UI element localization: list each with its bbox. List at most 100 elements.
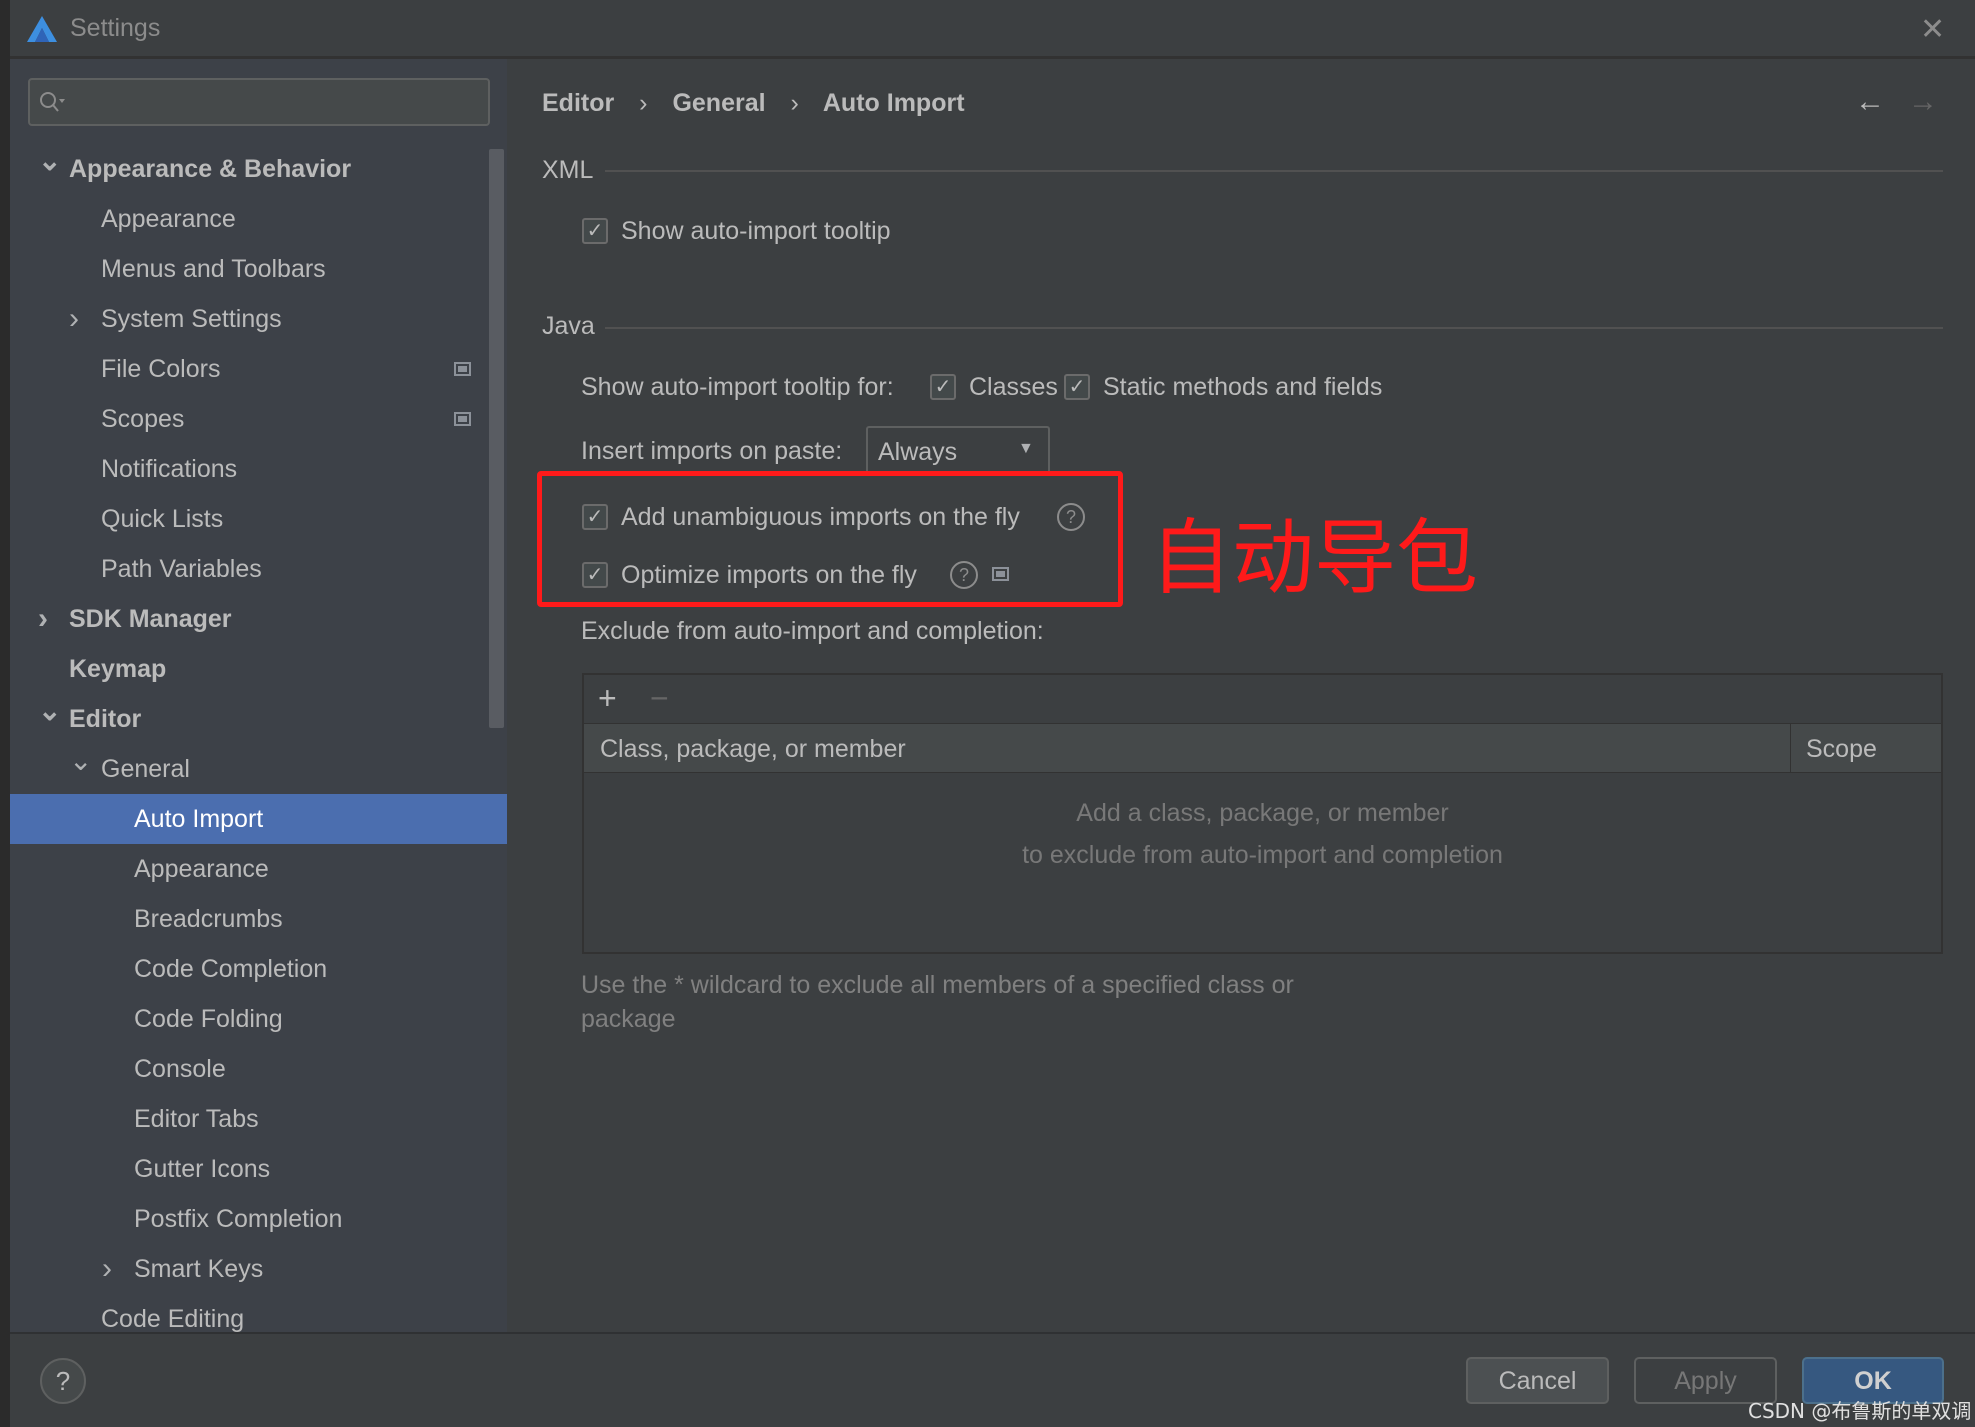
- back-arrow-icon[interactable]: ←: [1855, 85, 1885, 119]
- breadcrumb: Editor › General › Auto Import: [542, 89, 965, 118]
- search-icon: [40, 92, 65, 112]
- column-header-class[interactable]: Class, package, or member: [600, 735, 906, 764]
- main-panel: Editor › General › Auto Import ← → XML ✓…: [507, 59, 1975, 1333]
- sidebar-item-label: Code Completion: [134, 955, 328, 983]
- dropdown-value: Always: [878, 438, 958, 466]
- sidebar-item-postfix-completion[interactable]: Postfix Completion: [10, 1194, 507, 1244]
- sidebar-item-system-settings[interactable]: › System Settings: [10, 294, 507, 344]
- sidebar-item-label: Notifications: [101, 455, 238, 483]
- sidebar-item-label: Scopes: [101, 405, 185, 433]
- sidebar-item-label: Path Variables: [101, 555, 262, 583]
- sidebar-item-appearance-behavior[interactable]: ⌄ Appearance & Behavior: [10, 144, 507, 194]
- sidebar-item-label: Smart Keys: [134, 1255, 264, 1283]
- sidebar-item-smart-keys[interactable]: › Smart Keys: [10, 1244, 507, 1294]
- sidebar-item-label: Console: [134, 1055, 226, 1083]
- show-auto-import-tooltip-label: Show auto-import tooltip: [621, 217, 891, 245]
- sidebar-item-label: Keymap: [69, 655, 167, 683]
- search-input[interactable]: [28, 78, 490, 126]
- sidebar-item-label: Code Editing: [101, 1305, 245, 1333]
- title-bar: Settings ✕: [10, 0, 1975, 59]
- empty-table-text-1: Add a class, package, or member: [1076, 799, 1449, 827]
- breadcrumb-editor[interactable]: Editor: [542, 89, 614, 117]
- sidebar-item-quick-lists[interactable]: Quick Lists: [10, 494, 507, 544]
- project-scope-icon: [454, 412, 471, 426]
- sidebar-item-menus-and-toolbars[interactable]: Menus and Toolbars: [10, 244, 507, 294]
- sidebar-item-label: Appearance: [134, 855, 269, 883]
- close-icon[interactable]: ✕: [1920, 12, 1945, 47]
- chevron-right-icon[interactable]: ›: [102, 1244, 112, 1294]
- exclude-label: Exclude from auto-import and completion:: [581, 617, 1044, 645]
- sidebar-item-appearance[interactable]: Appearance: [10, 194, 507, 244]
- chevron-down-icon[interactable]: ⌄: [38, 136, 61, 186]
- remove-icon[interactable]: −: [650, 680, 669, 717]
- static-methods-checkbox[interactable]: ✓: [1064, 374, 1090, 400]
- insert-imports-label: Insert imports on paste:: [581, 437, 843, 465]
- sidebar-item-label: Postfix Completion: [134, 1205, 343, 1233]
- breadcrumb-general[interactable]: General: [672, 89, 765, 117]
- sidebar-item-label: SDK Manager: [69, 605, 232, 633]
- settings-sidebar: ⌄ Appearance & Behavior Appearance Menus an…: [10, 59, 507, 1333]
- wildcard-note-line-2: package: [581, 1005, 676, 1033]
- chevron-right-icon[interactable]: ›: [69, 294, 79, 344]
- sidebar-item-gutter-icons[interactable]: Gutter Icons: [10, 1144, 507, 1194]
- classes-checkbox[interactable]: ✓: [930, 374, 956, 400]
- insert-imports-dropdown[interactable]: Always ▼: [866, 426, 1050, 475]
- sidebar-item-editor-tabs[interactable]: Editor Tabs: [10, 1094, 507, 1144]
- exclude-table: + − Class, package, or member Scope Add …: [582, 673, 1943, 954]
- android-studio-logo-icon: [27, 16, 57, 42]
- divider: [605, 327, 1943, 329]
- show-auto-import-tooltip-checkbox[interactable]: ✓: [582, 218, 608, 244]
- footer-divider: [10, 1332, 1975, 1334]
- sidebar-item-label: Menus and Toolbars: [101, 255, 326, 283]
- sidebar-item-label: Quick Lists: [101, 505, 224, 533]
- highlight-box: [537, 471, 1123, 607]
- sidebar-item-path-variables[interactable]: Path Variables: [10, 544, 507, 594]
- add-icon[interactable]: +: [598, 680, 617, 717]
- column-header-scope[interactable]: Scope: [1806, 735, 1877, 764]
- sidebar-item-auto-import[interactable]: Auto Import: [10, 794, 507, 844]
- forward-arrow-icon[interactable]: →: [1908, 85, 1938, 119]
- wildcard-note-line-1: Use the * wildcard to exclude all member…: [581, 971, 1294, 999]
- sidebar-item-label: Appearance & Behavior: [69, 155, 352, 183]
- breadcrumb-auto-import: Auto Import: [822, 89, 965, 117]
- chevron-right-icon: ›: [639, 89, 648, 117]
- java-section-header: Java: [542, 312, 595, 340]
- empty-table-text-2: to exclude from auto-import and completi…: [1022, 841, 1503, 869]
- sidebar-item-appearance[interactable]: Appearance: [10, 844, 507, 894]
- sidebar-item-label: Editor Tabs: [134, 1105, 259, 1133]
- sidebar-item-general[interactable]: ⌄ General: [10, 744, 507, 794]
- sidebar-item-breadcrumbs[interactable]: Breadcrumbs: [10, 894, 507, 944]
- help-button[interactable]: ?: [40, 1358, 86, 1404]
- chevron-down-icon[interactable]: ⌄: [69, 736, 92, 786]
- sidebar-item-code-completion[interactable]: Code Completion: [10, 944, 507, 994]
- classes-label: Classes: [969, 373, 1058, 401]
- chevron-down-icon[interactable]: ⌄: [38, 686, 61, 736]
- project-scope-icon: [454, 362, 471, 376]
- sidebar-item-notifications[interactable]: Notifications: [10, 444, 507, 494]
- sidebar-item-label: System Settings: [101, 305, 282, 333]
- tooltip-for-label: Show auto-import tooltip for:: [581, 373, 894, 401]
- sidebar-item-keymap[interactable]: Keymap: [10, 644, 507, 694]
- annotation-text: 自动导包: [1150, 511, 1479, 606]
- sidebar-item-label: Auto Import: [134, 805, 264, 833]
- sidebar-item-scopes[interactable]: Scopes: [10, 394, 507, 444]
- sidebar-item-label: General: [101, 755, 190, 783]
- table-header: Class, package, or member Scope: [584, 723, 1941, 773]
- xml-section-header: XML: [542, 156, 594, 184]
- sidebar-item-label: Breadcrumbs: [134, 905, 283, 933]
- chevron-right-icon: ›: [790, 89, 799, 117]
- sidebar-item-label: Gutter Icons: [134, 1155, 271, 1183]
- divider: [605, 170, 1943, 172]
- chevron-right-icon[interactable]: ›: [38, 594, 48, 644]
- sidebar-item-code-editing[interactable]: Code Editing: [10, 1294, 507, 1333]
- static-methods-label: Static methods and fields: [1103, 373, 1383, 401]
- chevron-down-icon: ▼: [1018, 440, 1034, 457]
- sidebar-scrollbar[interactable]: [489, 149, 504, 728]
- sidebar-item-sdk-manager[interactable]: › SDK Manager: [10, 594, 507, 644]
- sidebar-item-code-folding[interactable]: Code Folding: [10, 994, 507, 1044]
- background-window: [0, 0, 10, 1427]
- cancel-button[interactable]: Cancel: [1466, 1357, 1609, 1404]
- sidebar-item-file-colors[interactable]: File Colors: [10, 344, 507, 394]
- sidebar-item-console[interactable]: Console: [10, 1044, 507, 1094]
- sidebar-item-label: Code Folding: [134, 1005, 283, 1033]
